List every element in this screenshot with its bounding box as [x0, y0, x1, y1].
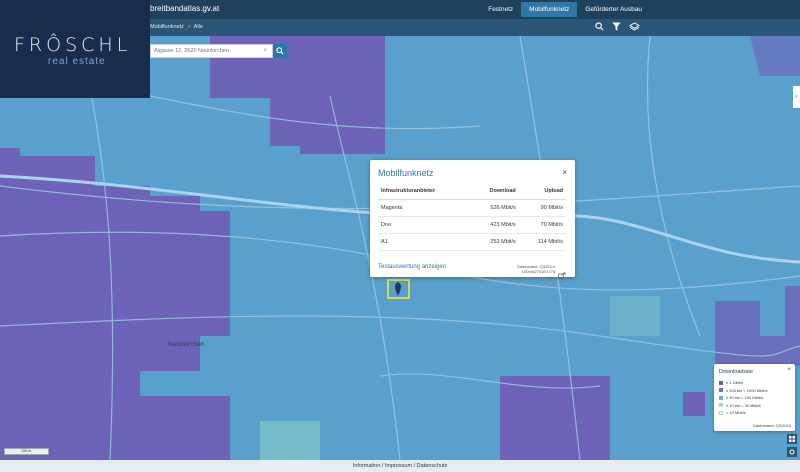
nav-festnetz[interactable]: Festnetz	[480, 2, 521, 17]
table-header-row: Infrastrukturanbieter Download Upload	[378, 184, 566, 200]
download-value: 526 Mbit/s	[469, 199, 519, 217]
mobile-network-popup: Mobilfunknetz × Infrastrukturanbieter Do…	[370, 160, 575, 279]
legend-label: ≥ 1 Gbit/s	[726, 380, 744, 386]
filter-icon[interactable]	[612, 22, 621, 31]
coverage-zone-south	[500, 376, 610, 460]
legend-item: < 10 Mbit/s	[719, 409, 767, 417]
side-panel-toggle[interactable]: ‹	[793, 86, 800, 108]
legend-label: ≥ 30 bis < 100 Mbit/s	[726, 395, 763, 401]
footer-links[interactable]: Information / Impressum / Datenschutz	[353, 463, 447, 469]
legend-label: ≥ 100 bis < 1000 Mbit/s	[726, 387, 768, 393]
footer: Information / Impressum / Datenschutz	[0, 460, 800, 472]
legend-item: ≥ 30 bis < 100 Mbit/s	[719, 394, 767, 402]
breadcrumb-mobilfunknetz[interactable]: Mobilfunknetz	[150, 24, 184, 30]
table-row: A1 253 Mbit/s 114 Mbit/s	[378, 233, 566, 251]
site-title[interactable]: breitbandatlas.gv.at	[150, 4, 219, 13]
header-download: Download	[469, 184, 519, 200]
grid-view-button[interactable]	[787, 434, 797, 444]
legend-label: ≥ 10 bis < 30 Mbit/s	[726, 402, 761, 408]
legend-label: < 10 Mbit/s	[726, 410, 746, 416]
coverage-zone-teal-2	[610, 296, 660, 336]
data-stamp: Datenstand: Q3/2024 100mN2751E4776	[517, 264, 555, 274]
coverage-zone-teal-1	[260, 421, 320, 460]
search-button[interactable]	[273, 44, 287, 58]
nav-mobilfunknetz[interactable]: Mobilfunknetz	[521, 2, 578, 17]
legend-swatch	[719, 410, 723, 415]
provider-name: A1	[378, 233, 470, 251]
search-value: Aigasse 12, 2620 Neunkirchen	[154, 48, 229, 54]
legend-items: ≥ 1 Gbit/s ≥ 100 bis < 1000 Mbit/s ≥ 30 …	[719, 379, 767, 417]
coverage-zone-northeast	[750, 36, 800, 76]
upload-value: 70 Mbit/s	[518, 216, 566, 234]
data-stamp-id: 100mN2751E4776	[521, 269, 555, 274]
provider-table: Infrastrukturanbieter Download Upload Ma…	[378, 184, 566, 251]
coverage-zone-southeast	[683, 392, 705, 416]
logo-name: FRÔSCHL	[14, 34, 132, 56]
share-icon[interactable]	[558, 266, 566, 284]
address-search-input[interactable]: Aigasse 12, 2620 Neunkirchen ×	[150, 44, 273, 58]
legend-item: ≥ 100 bis < 1000 Mbit/s	[719, 387, 767, 395]
legend-title: Downloadrate	[719, 369, 753, 375]
test-evaluation-link[interactable]: Testauswertung anzeigen	[378, 264, 446, 270]
clear-search-icon[interactable]: ×	[263, 48, 267, 54]
nav-gefoerderter-ausbau[interactable]: Geförderter Ausbau	[577, 2, 650, 17]
download-value: 423 Mbit/s	[469, 216, 519, 234]
legend-item: ≥ 1 Gbit/s	[719, 379, 767, 387]
upload-value: 90 Mbit/s	[518, 199, 566, 217]
city-label: Neunkirchen	[168, 341, 205, 348]
legend-swatch	[719, 388, 723, 393]
legend-data-stamp: Datenstand: Q3/2024	[752, 423, 791, 428]
provider-name: Magenta	[378, 199, 470, 217]
gear-icon	[789, 449, 795, 455]
header-provider: Infrastrukturanbieter	[378, 184, 470, 200]
header-upload: Upload	[518, 184, 566, 200]
company-logo: FRÔSCHL real estate	[0, 0, 150, 98]
legend-swatch	[719, 403, 723, 408]
table-row: Drei 423 Mbit/s 70 Mbit/s	[378, 216, 566, 234]
provider-name: Drei	[378, 216, 470, 234]
legend-item: ≥ 10 bis < 30 Mbit/s	[719, 402, 767, 410]
legend-swatch	[719, 395, 723, 400]
main-nav: Festnetz Mobilfunknetz Geförderter Ausba…	[480, 2, 650, 17]
location-marker	[395, 282, 401, 296]
breadcrumb-alle[interactable]: Alle	[194, 24, 203, 30]
upload-value: 114 Mbit/s	[518, 233, 566, 251]
logo-subtitle: real estate	[48, 56, 106, 67]
download-value: 253 Mbit/s	[469, 233, 519, 251]
grid-icon	[789, 436, 795, 442]
popup-close-button[interactable]: ×	[562, 168, 567, 177]
search-icon	[276, 47, 284, 55]
download-legend: Downloadrate × ≥ 1 Gbit/s ≥ 100 bis < 10…	[714, 364, 795, 431]
scale-bar: 200 m	[4, 448, 49, 455]
map-tools	[595, 22, 640, 31]
breadcrumb: Mobilfunknetz › Alle	[150, 24, 203, 30]
legend-swatch	[719, 380, 723, 385]
legend-close-button[interactable]: ×	[787, 367, 791, 373]
layers-icon[interactable]	[629, 22, 640, 31]
settings-button[interactable]	[787, 447, 797, 457]
popup-title: Mobilfunknetz	[378, 168, 434, 178]
breadcrumb-separator: ›	[187, 24, 190, 30]
table-row: Magenta 526 Mbit/s 90 Mbit/s	[378, 199, 566, 217]
search-icon[interactable]	[595, 22, 604, 31]
